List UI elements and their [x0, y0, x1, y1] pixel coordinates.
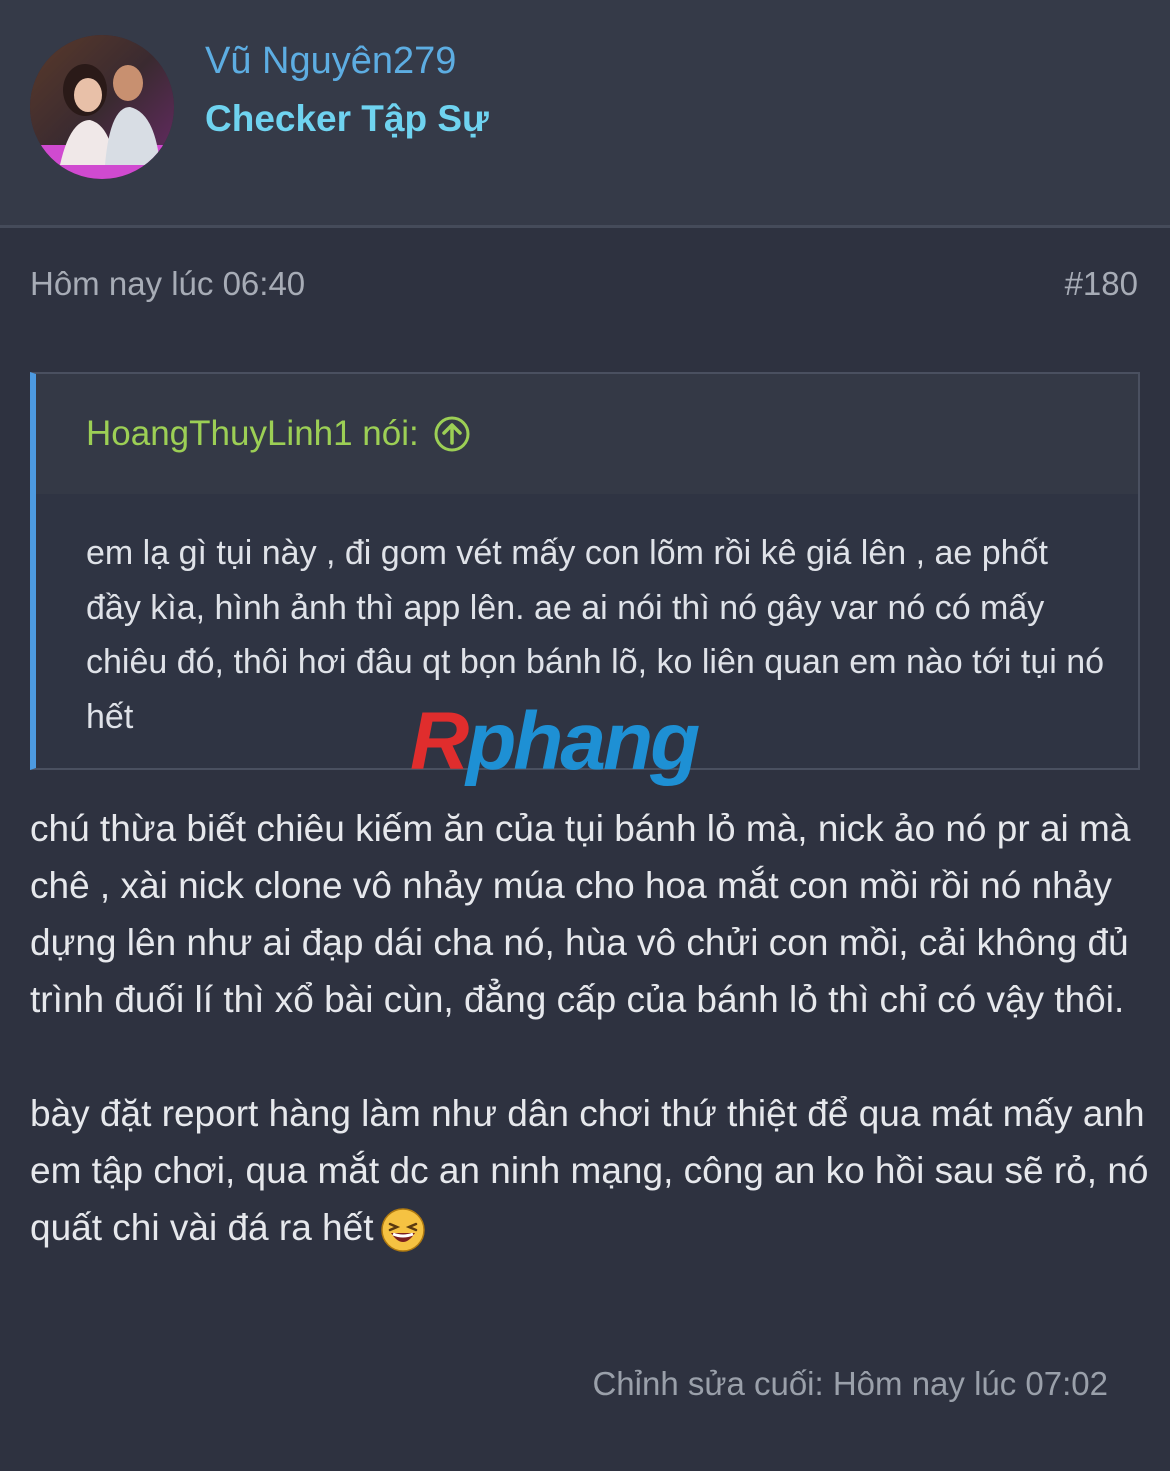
quote-author: HoangThuyLinh1 nói: — [86, 414, 419, 453]
avatar[interactable] — [30, 35, 174, 179]
last-edited: Chỉnh sửa cuối: Hôm nay lúc 07:02 — [592, 1365, 1108, 1402]
post-paragraph-text: bày đặt report hàng làm như dân chơi thứ… — [30, 1093, 1149, 1248]
post-paragraph: chú thừa biết chiêu kiếm ăn của tụi bánh… — [30, 808, 1131, 1020]
username[interactable]: Vũ Nguyên279 — [205, 40, 456, 83]
user-avatar-photo-icon — [30, 35, 174, 179]
quote-block: HoangThuyLinh1 nói: em lạ gì tụi này , đ… — [30, 372, 1140, 770]
post-content: chú thừa biết chiêu kiếm ăn của tụi bánh… — [30, 800, 1150, 1313]
post-paragraph-last: bày đặt report hàng làm như dân chơi thứ… — [30, 1085, 1150, 1256]
arrow-up-circle-icon[interactable] — [433, 415, 471, 453]
quote-header: HoangThuyLinh1 nói: — [36, 374, 1138, 494]
user-title: Checker Tập Sự — [205, 98, 489, 139]
user-header: Vũ Nguyên279 Checker Tập Sự — [0, 0, 1170, 228]
post-time[interactable]: Hôm nay lúc 06:40 — [30, 265, 305, 303]
quote-author-link[interactable]: HoangThuyLinh1 nói: — [86, 414, 471, 454]
post-number[interactable]: #180 — [1065, 265, 1138, 303]
laughing-emoji-icon — [380, 1208, 425, 1252]
quote-text: em lạ gì tụi này , đi gom vét mấy con lõ… — [86, 534, 1105, 736]
